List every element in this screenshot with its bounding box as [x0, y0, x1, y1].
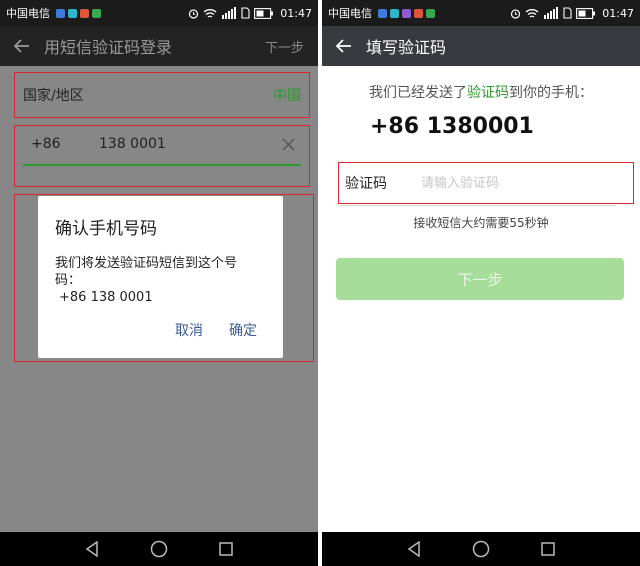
clock: 01:47	[280, 6, 312, 20]
app-bar: 填写验证码	[322, 26, 640, 66]
alarm-icon	[511, 8, 521, 19]
sent-suffix: 到你的手机：	[509, 85, 593, 101]
dialog-body: 我们将发送验证码短信到这个号 码： +86 138 0001	[55, 255, 267, 306]
notification-icon	[414, 8, 423, 18]
app-bar: 用短信验证码登录 下一步	[0, 26, 318, 66]
wifi-icon	[203, 8, 217, 18]
phone-number-display: +86 1380001	[370, 114, 534, 139]
notification-icon	[92, 8, 101, 18]
status-bar: 中国电信 01:47	[0, 0, 318, 26]
system-nav-bar	[0, 532, 318, 566]
back-arrow-icon	[14, 39, 29, 53]
notification-icon	[426, 8, 435, 18]
signal-icon	[544, 7, 559, 19]
left-screen: 中国电信 01:47 用短信验证码登录 下一步 国家/地区 中国 +86 138…	[0, 0, 318, 566]
nav-home-icon[interactable]	[472, 540, 490, 558]
sim-icon	[241, 7, 250, 19]
phone-number-field[interactable]: +86 138 0001	[14, 125, 310, 187]
notification-icon	[378, 8, 387, 18]
country-value: 中国	[273, 88, 301, 104]
nav-recents-icon[interactable]	[540, 542, 555, 556]
next-button[interactable]: 下一步	[336, 258, 624, 300]
sent-prefix: 我们已经发送了	[369, 85, 467, 101]
notification-icon	[390, 8, 399, 18]
dialog-title: 确认手机号码	[55, 219, 157, 239]
status-bar: 中国电信 01:47	[322, 0, 640, 26]
next-step-button[interactable]: 下一步	[265, 37, 304, 56]
phone-number-input[interactable]: 138 0001	[99, 136, 166, 152]
code-input[interactable]	[421, 175, 621, 191]
confirm-phone-dialog: 确认手机号码 我们将发送验证码短信到这个号 码： +86 138 0001 取消…	[38, 196, 283, 358]
sent-message: 我们已经发送了验证码到你的手机：	[322, 82, 640, 102]
carrier-label: 中国电信	[328, 7, 372, 20]
notification-icon	[56, 8, 65, 18]
notification-icon	[80, 8, 89, 18]
input-underline	[23, 164, 301, 166]
verification-code-field[interactable]: 验证码	[338, 162, 634, 204]
nav-back-icon[interactable]	[407, 541, 421, 557]
back-button[interactable]	[0, 26, 44, 66]
right-screen: 中国电信 01:47 填写验证码 我们已经发送了验证码到你的手机： +86 13…	[322, 0, 640, 566]
clear-button[interactable]	[282, 136, 295, 155]
country-code: +86	[31, 136, 61, 152]
page-title: 填写验证码	[366, 38, 447, 57]
sms-wait-hint: 接收短信大约需要55秒钟	[413, 216, 549, 230]
clock: 01:47	[602, 6, 634, 20]
clear-icon	[282, 138, 295, 151]
back-button[interactable]	[322, 26, 366, 66]
country-selector[interactable]: 国家/地区 中国	[14, 72, 310, 118]
back-arrow-icon	[336, 39, 351, 53]
dialog-message-line2: 码：	[55, 273, 82, 288]
notification-icon	[402, 8, 411, 18]
nav-recents-icon[interactable]	[218, 542, 233, 556]
nav-home-icon[interactable]	[150, 540, 168, 558]
cancel-button[interactable]: 取消	[175, 320, 203, 340]
notification-icon	[68, 8, 77, 18]
code-label: 验证码	[345, 176, 387, 192]
page-title: 用短信验证码登录	[44, 38, 173, 57]
confirm-button[interactable]: 确定	[229, 320, 257, 340]
code-underline	[340, 205, 616, 206]
dialog-phone-number: +86 138 0001	[59, 290, 153, 305]
dialog-message-line1: 我们将发送验证码短信到这个号	[55, 256, 238, 271]
system-nav-bar	[322, 532, 640, 566]
alarm-icon	[189, 8, 199, 19]
wifi-icon	[525, 8, 539, 18]
signal-icon	[222, 7, 237, 19]
sim-icon	[563, 7, 572, 19]
battery-icon	[254, 7, 274, 19]
country-label: 国家/地区	[23, 88, 84, 104]
sent-highlight: 验证码	[467, 85, 509, 101]
carrier-label: 中国电信	[6, 7, 50, 20]
nav-back-icon[interactable]	[85, 541, 99, 557]
battery-icon	[576, 7, 596, 19]
